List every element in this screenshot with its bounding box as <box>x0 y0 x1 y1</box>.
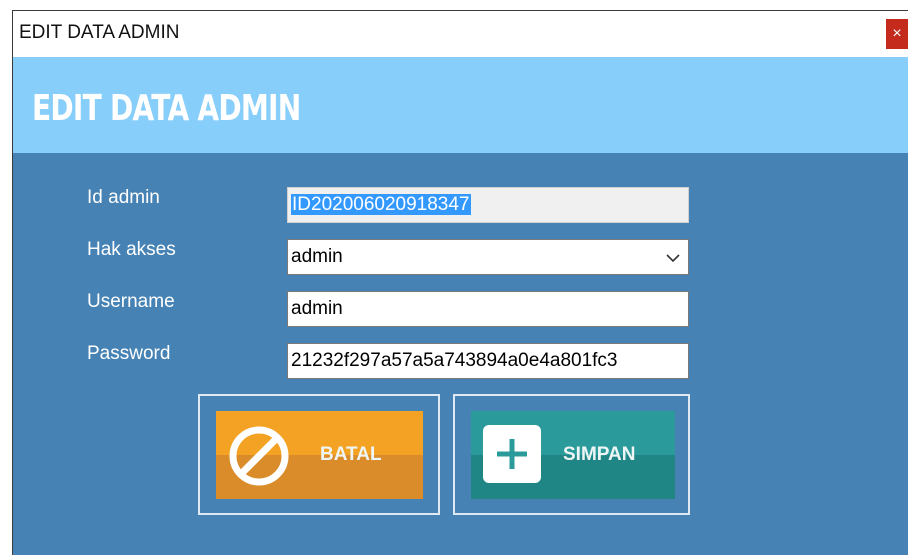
page-heading: EDIT DATA ADMIN <box>32 88 301 129</box>
window-title: EDIT DATA ADMIN <box>19 22 180 43</box>
ban-icon <box>229 426 289 486</box>
batal-button[interactable]: BATAL <box>216 411 423 499</box>
title-bar: EDIT DATA ADMIN × <box>13 11 908 57</box>
id-admin-label: Id admin <box>87 187 160 208</box>
chevron-down-icon <box>666 254 680 263</box>
close-button[interactable]: × <box>886 19 908 49</box>
plus-icon <box>483 425 541 483</box>
edit-admin-window: EDIT DATA ADMIN × EDIT DATA ADMIN Id adm… <box>12 10 908 555</box>
password-field[interactable]: 21232f297a57a5a743894a0e4a801fc3 <box>287 343 689 379</box>
batal-label: BATAL <box>320 444 382 465</box>
username-value: admin <box>291 298 343 319</box>
hak-akses-select[interactable]: admin <box>287 239 689 275</box>
simpan-label: SIMPAN <box>563 444 636 465</box>
username-field[interactable]: admin <box>287 291 689 327</box>
id-admin-field[interactable]: ID202006020918347 <box>287 187 689 223</box>
close-icon: × <box>892 25 902 42</box>
simpan-button[interactable]: SIMPAN <box>471 411 675 499</box>
header-band: EDIT DATA ADMIN <box>13 57 908 153</box>
hak-akses-label: Hak akses <box>87 239 176 260</box>
batal-frame: BATAL <box>198 394 440 515</box>
simpan-frame: SIMPAN <box>453 394 690 515</box>
id-admin-value: ID202006020918347 <box>291 194 471 215</box>
username-label: Username <box>87 291 175 312</box>
password-value: 21232f297a57a5a743894a0e4a801fc3 <box>291 350 618 371</box>
hak-akses-value: admin <box>291 246 343 267</box>
password-label: Password <box>87 343 171 364</box>
